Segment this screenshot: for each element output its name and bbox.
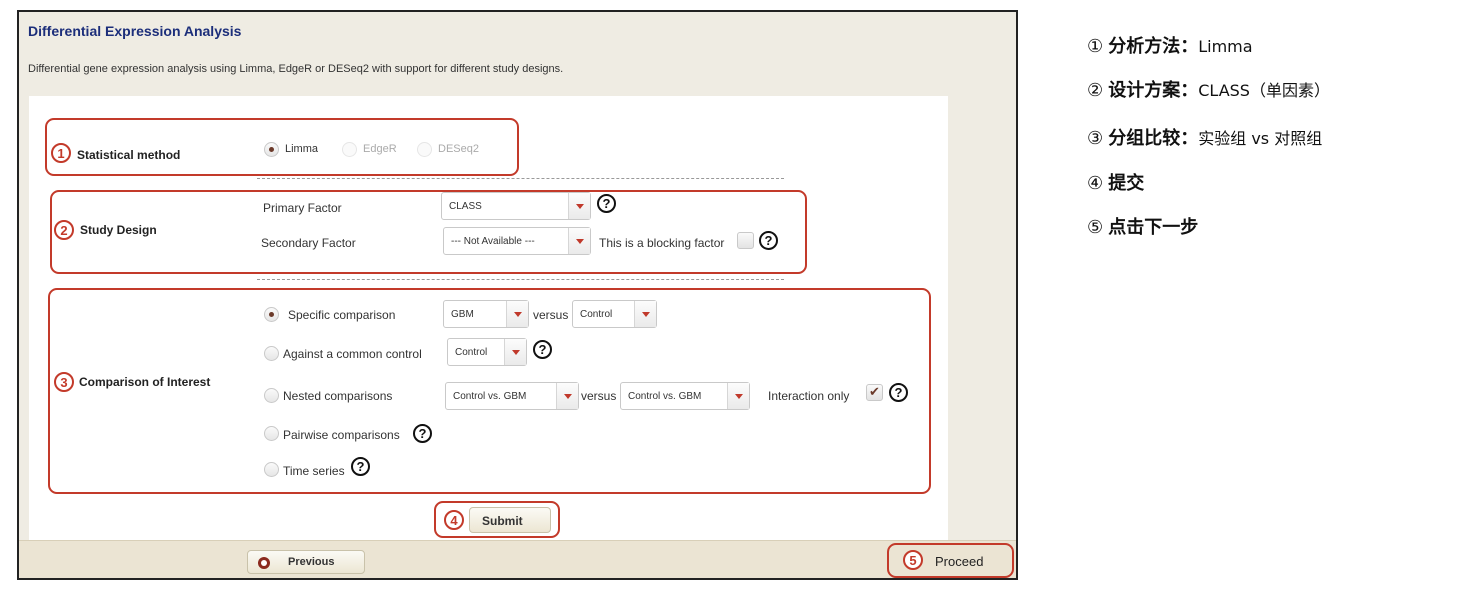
note-detail: Limma <box>1198 37 1253 56</box>
interaction-only-checkbox[interactable] <box>866 384 883 401</box>
versus-label: versus <box>581 389 617 403</box>
note-number: ⑤ <box>1087 217 1104 238</box>
radio-limma-label[interactable]: Limma <box>285 143 318 155</box>
radio-edger-label[interactable]: EdgeR <box>363 143 397 155</box>
radio-edger[interactable] <box>342 142 357 157</box>
nested-second-select[interactable]: Control vs. GBM <box>620 382 750 410</box>
blocking-factor-label: This is a blocking factor <box>599 236 725 250</box>
time-series-label[interactable]: Time series <box>283 464 345 478</box>
help-icon[interactable]: ? <box>759 231 778 250</box>
section-divider <box>257 279 784 280</box>
callout-number-1: 1 <box>51 143 71 163</box>
note-title: 提交 <box>1108 173 1145 194</box>
proceed-button-label: Proceed <box>935 554 984 569</box>
proceed-button[interactable]: Proceed <box>927 548 1009 574</box>
nested-first-select[interactable]: Control vs. GBM <box>445 382 579 410</box>
chevron-down-icon <box>506 301 528 327</box>
secondary-factor-label: Secondary Factor <box>261 236 356 250</box>
statistical-method-label: Statistical method <box>77 148 181 162</box>
chevron-down-icon <box>556 383 578 409</box>
note-3: ③ 分组比较：实验组 vs 对照组 <box>1087 124 1322 150</box>
radio-pairwise-comparisons[interactable] <box>264 426 279 441</box>
interaction-only-label: Interaction only <box>768 389 850 403</box>
radio-deseq2[interactable] <box>417 142 432 157</box>
radio-deseq2-label[interactable]: DESeq2 <box>438 143 479 155</box>
versus-label: versus <box>533 308 569 322</box>
specific-group-value: GBM <box>451 309 474 320</box>
note-title: 分析方法： <box>1108 36 1199 57</box>
help-icon[interactable]: ? <box>351 457 370 476</box>
callout-number-2: 2 <box>54 220 74 240</box>
specific-control-value: Control <box>580 309 613 320</box>
nested-second-value: Control vs. GBM <box>628 391 702 402</box>
note-detail: CLASS（单因素） <box>1198 81 1330 100</box>
screenshot-frame: Differential Expression Analysis Differe… <box>17 10 1018 580</box>
analysis-form-panel: 1 Statistical method Limma EdgeR DESeq2 … <box>29 96 948 542</box>
note-number: ② <box>1087 80 1104 101</box>
common-control-label[interactable]: Against a common control <box>283 347 422 361</box>
chevron-down-icon <box>727 383 749 409</box>
secondary-factor-value: --- Not Available --- <box>451 236 535 247</box>
help-icon[interactable]: ? <box>889 383 908 402</box>
specific-comparison-label[interactable]: Specific comparison <box>288 308 395 322</box>
study-design-label: Study Design <box>80 223 157 237</box>
note-title: 分组比较： <box>1108 128 1199 149</box>
previous-button-label: Previous <box>288 556 335 568</box>
chevron-down-icon <box>568 228 590 254</box>
note-1: ① 分析方法：Limma <box>1087 32 1253 58</box>
nested-comparisons-label[interactable]: Nested comparisons <box>283 389 392 403</box>
radio-common-control[interactable] <box>264 346 279 361</box>
radio-specific-comparison[interactable] <box>264 307 279 322</box>
note-number: ④ <box>1087 173 1104 194</box>
note-title: 设计方案： <box>1108 80 1199 101</box>
section-divider <box>257 178 784 179</box>
callout-box-study-design <box>50 190 807 274</box>
primary-factor-value: CLASS <box>449 201 482 212</box>
note-2: ② 设计方案：CLASS（单因素） <box>1087 76 1330 102</box>
previous-arrow-icon <box>258 557 270 569</box>
previous-button[interactable]: Previous <box>247 550 365 574</box>
chevron-down-icon <box>568 193 590 219</box>
primary-factor-select[interactable]: CLASS <box>441 192 591 220</box>
note-number: ③ <box>1087 128 1104 149</box>
chevron-down-icon <box>634 301 656 327</box>
radio-time-series[interactable] <box>264 462 279 477</box>
common-control-value: Control <box>455 347 488 358</box>
help-icon[interactable]: ? <box>413 424 432 443</box>
note-4: ④ 提交 <box>1087 169 1144 195</box>
note-number: ① <box>1087 36 1104 57</box>
note-5: ⑤ 点击下一步 <box>1087 213 1198 239</box>
help-icon[interactable]: ? <box>597 194 616 213</box>
comparison-of-interest-label: Comparison of Interest <box>79 375 211 389</box>
wizard-navigation-bar: Previous 5 Proceed <box>19 540 1016 578</box>
page-description: Differential gene expression analysis us… <box>28 63 564 75</box>
callout-number-5: 5 <box>903 550 923 570</box>
callout-number-3: 3 <box>54 372 74 392</box>
note-detail: 实验组 vs 对照组 <box>1198 129 1323 148</box>
submit-button-label: Submit <box>482 514 523 528</box>
specific-control-select[interactable]: Control <box>572 300 657 328</box>
note-title: 点击下一步 <box>1108 217 1199 238</box>
help-icon[interactable]: ? <box>533 340 552 359</box>
radio-limma[interactable] <box>264 142 279 157</box>
callout-number-4: 4 <box>444 510 464 530</box>
secondary-factor-select[interactable]: --- Not Available --- <box>443 227 591 255</box>
specific-group-select[interactable]: GBM <box>443 300 529 328</box>
primary-factor-label: Primary Factor <box>263 201 342 215</box>
blocking-factor-checkbox[interactable] <box>737 232 754 249</box>
radio-nested-comparisons[interactable] <box>264 388 279 403</box>
page-title: Differential Expression Analysis <box>28 23 242 39</box>
chevron-down-icon <box>504 339 526 365</box>
nested-first-value: Control vs. GBM <box>453 391 527 402</box>
common-control-select[interactable]: Control <box>447 338 527 366</box>
pairwise-comparisons-label[interactable]: Pairwise comparisons <box>283 428 400 442</box>
submit-button[interactable]: Submit <box>469 507 551 533</box>
